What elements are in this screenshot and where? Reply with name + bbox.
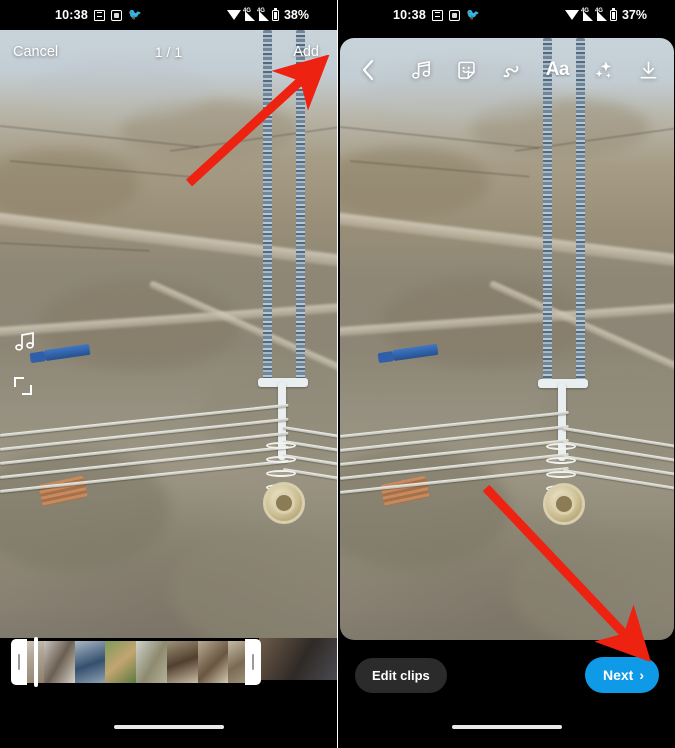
battery-percent: 37% [621, 8, 647, 22]
editor-bottom-bar: Edit clips Next › [338, 644, 675, 706]
android-nav-bar-left [0, 706, 337, 748]
status-time: 10:38 [55, 8, 88, 22]
right-phone-screen: 10:38 🐦 4G 4G 37% Aa Edit clips Next › [337, 0, 675, 748]
trim-start-handle[interactable] [11, 639, 27, 685]
film-frame [197, 641, 229, 683]
status-bar-left-group: 10:38 🐦 [393, 8, 480, 22]
text-icon[interactable]: Aa [546, 59, 570, 81]
playhead[interactable] [34, 637, 38, 687]
app-icon [110, 9, 122, 21]
draw-icon[interactable] [501, 60, 522, 81]
android-nav-bar-right [338, 706, 675, 748]
clip-timeline[interactable] [0, 637, 337, 687]
film-frame [136, 641, 167, 683]
chevron-right-icon: › [639, 667, 644, 683]
sticker-icon[interactable] [456, 60, 477, 81]
signal-icon-1: 4G [581, 8, 593, 21]
status-bar-left: 10:38 🐦 4G 4G 38% [0, 0, 337, 30]
signal-icon-2: 4G [595, 8, 607, 21]
film-frame [74, 641, 106, 683]
trim-end-handle[interactable] [245, 639, 261, 685]
next-button[interactable]: Next › [584, 657, 659, 693]
status-bar-left-group: 10:38 🐦 [55, 8, 142, 22]
filmstrip-tail [259, 638, 337, 680]
battery-percent: 38% [283, 8, 309, 22]
signal-icon-2: 4G [257, 8, 269, 21]
wifi-icon [564, 10, 579, 20]
twitter-icon: 🐦 [127, 8, 142, 21]
film-frame [43, 641, 75, 683]
filmstrip-selected[interactable] [11, 637, 261, 687]
status-bar-right: 10:38 🐦 4G 4G 37% [338, 0, 675, 30]
music-icon[interactable] [411, 60, 432, 81]
app-icon [448, 9, 460, 21]
left-video-preview[interactable]: Cancel 1 / 1 Add [0, 30, 337, 638]
terrain-texture [0, 30, 337, 638]
nav-gesture-pill[interactable] [113, 725, 224, 729]
video-frame [340, 38, 674, 640]
insulator-string-left [263, 30, 272, 382]
crop-icon[interactable] [14, 377, 32, 395]
signal-icon-1: 4G [243, 8, 255, 21]
film-frame [105, 641, 136, 683]
status-bar-right-group: 4G 4G 37% [564, 7, 647, 22]
cable-pulley [543, 483, 585, 525]
left-header-bar: Cancel 1 / 1 Add [0, 30, 337, 74]
right-video-preview[interactable] [340, 38, 674, 640]
next-button-label: Next [602, 667, 634, 683]
video-frame [0, 30, 337, 638]
left-overlay-tools [14, 331, 36, 415]
filmstrip-frames [13, 641, 259, 683]
battery-icon [271, 7, 279, 21]
left-phone-screen: 10:38 🐦 4G 4G 38% Cancel 1 / 1 Add [0, 0, 337, 748]
insulator-string-right [296, 30, 305, 382]
screenshot-root: 10:38 🐦 4G 4G 38% Cancel 1 / 1 Add 10:38… [0, 0, 675, 748]
effects-icon[interactable] [593, 60, 614, 81]
film-frame [166, 641, 198, 683]
status-bar-right-group: 4G 4G 38% [226, 7, 309, 22]
list-icon [93, 9, 105, 21]
twitter-icon: 🐦 [465, 8, 480, 21]
battery-icon [609, 7, 617, 21]
editor-toolbar: Aa [338, 48, 675, 92]
cable-pulley [263, 482, 305, 524]
download-icon[interactable] [638, 60, 659, 81]
music-note-icon[interactable] [14, 331, 36, 357]
list-icon [431, 9, 443, 21]
nav-gesture-pill[interactable] [451, 725, 562, 729]
edit-clips-button[interactable]: Edit clips [355, 657, 447, 693]
wifi-icon [226, 10, 241, 20]
status-time: 10:38 [393, 8, 426, 22]
clip-counter: 1 / 1 [154, 44, 183, 60]
editor-tool-group: Aa [411, 59, 659, 81]
back-chevron-icon[interactable] [360, 58, 376, 82]
